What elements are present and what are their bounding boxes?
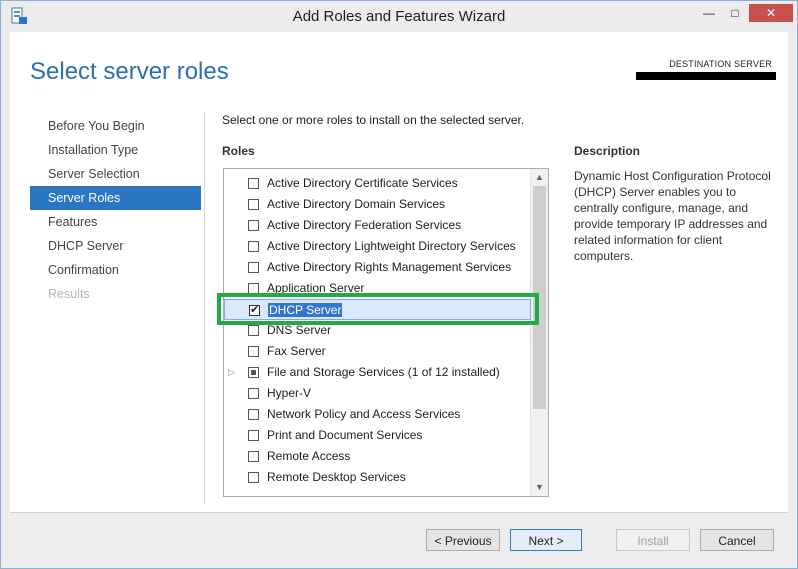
scroll-up-arrow-icon[interactable]: ▲ — [531, 169, 548, 186]
role-row[interactable]: Application Server — [224, 278, 531, 299]
role-label-text: Active Directory Certificate Services — [267, 176, 458, 190]
role-checkbox[interactable] — [248, 325, 259, 336]
role-checkbox[interactable] — [248, 220, 259, 231]
role-checkbox[interactable] — [248, 472, 259, 483]
role-label-text: DNS Server — [267, 323, 332, 337]
role-checkbox[interactable] — [248, 199, 259, 210]
role-label: Active Directory Domain Services — [267, 194, 445, 215]
role-label: Application Server — [267, 278, 364, 299]
role-label: DNS Server — [267, 320, 331, 341]
role-row[interactable]: Remote Desktop Services — [224, 467, 531, 488]
window-title: Add Roles and Features Wizard — [292, 8, 506, 25]
nav-item-dhcp-server[interactable]: DHCP Server — [30, 234, 201, 258]
destination-server-redacted — [636, 72, 776, 80]
nav-item-server-selection[interactable]: Server Selection — [30, 162, 201, 186]
destination-server-label: DESTINATION SERVER — [669, 59, 772, 69]
close-button[interactable]: ✕ — [749, 4, 793, 22]
role-row[interactable]: Print and Document Services — [224, 425, 531, 446]
role-label-text: File and Storage Services (1 of 12 insta… — [267, 365, 500, 379]
description-heading: Description — [574, 144, 641, 158]
role-checkbox[interactable] — [248, 430, 259, 441]
minimize-button[interactable]: — — [696, 4, 722, 22]
wizard-footer: < Previous Next > Install Cancel — [10, 512, 788, 563]
role-label-text: Print and Document Services — [267, 428, 423, 442]
role-label-text: Fax Server — [267, 344, 326, 358]
role-row[interactable]: ▷ File and Storage Services (1 of 12 inst… — [224, 362, 531, 383]
expand-arrow-icon[interactable]: ▷ — [228, 362, 238, 383]
role-checkbox[interactable] — [248, 388, 259, 399]
role-row[interactable]: Network Policy and Access Services — [224, 404, 531, 425]
nav-item-features[interactable]: Features — [30, 210, 201, 234]
role-label-text: Remote Desktop Services — [267, 470, 406, 484]
role-row[interactable]: Active Directory Domain Services — [224, 194, 531, 215]
wizard-nav: Before You Begin Installation Type Server … — [30, 114, 201, 306]
wizard-content: Select server roles DESTINATION SERVER B… — [10, 32, 788, 512]
role-label: Print and Document Services — [267, 425, 422, 446]
next-button[interactable]: Next > — [510, 529, 582, 551]
role-checkbox[interactable] — [248, 346, 259, 357]
role-label-text: Hyper-V — [267, 386, 312, 400]
role-row[interactable]: Hyper-V — [224, 383, 531, 404]
nav-item-before-you-begin[interactable]: Before You Begin — [30, 114, 201, 138]
role-checkbox[interactable]: ✔ — [249, 304, 260, 316]
role-row[interactable]: Active Directory Certificate Services — [224, 173, 531, 194]
role-label-text: Remote Access — [267, 449, 351, 463]
role-row[interactable]: Remote Access — [224, 446, 531, 467]
role-row[interactable]: Fax Server — [224, 341, 531, 362]
maximize-button[interactable]: □ — [722, 4, 748, 22]
role-checkbox[interactable] — [248, 178, 259, 189]
role-row[interactable]: Active Directory Rights Management Servi… — [224, 257, 531, 278]
install-button[interactable]: Install — [616, 529, 690, 551]
role-row[interactable]: ✔ DHCP Server — [224, 299, 531, 320]
checkmark-icon: ✔ — [250, 304, 260, 316]
role-label: Network Policy and Access Services — [267, 404, 460, 425]
role-label-text: Active Directory Rights Management Servi… — [267, 260, 512, 274]
roles-heading: Roles — [222, 144, 255, 158]
role-label: Remote Access — [267, 446, 350, 467]
role-row[interactable]: Active Directory Federation Services — [224, 215, 531, 236]
role-label: Active Directory Rights Management Servi… — [267, 257, 511, 278]
role-checkbox[interactable] — [248, 409, 259, 420]
role-label: DHCP Server — [268, 300, 343, 321]
nav-item-confirmation[interactable]: Confirmation — [30, 258, 201, 282]
role-label-text: Active Directory Domain Services — [267, 197, 446, 211]
roles-list[interactable]: ▲ ▼ Active Directory Certificate Service… — [223, 168, 549, 497]
role-checkbox[interactable] — [248, 451, 259, 462]
role-checkbox[interactable] — [248, 367, 259, 378]
role-label: Active Directory Lightweight Directory S… — [267, 236, 516, 257]
role-label: Fax Server — [267, 341, 326, 362]
role-label-text: DHCP Server — [268, 303, 343, 317]
role-label: Active Directory Federation Services — [267, 215, 461, 236]
nav-item-results: Results — [48, 287, 90, 301]
nav-item-server-roles[interactable]: Server Roles — [30, 186, 201, 210]
previous-button[interactable]: < Previous — [426, 529, 500, 551]
role-label: Active Directory Certificate Services — [267, 173, 458, 194]
instruction-text: Select one or more roles to install on t… — [222, 113, 525, 127]
scroll-down-arrow-icon[interactable]: ▼ — [531, 479, 548, 496]
nav-divider — [204, 112, 205, 504]
role-checkbox[interactable] — [248, 241, 259, 252]
role-label-text: Network Policy and Access Services — [267, 407, 461, 421]
roles-scrollbar[interactable]: ▲ ▼ — [530, 169, 548, 496]
role-checkbox[interactable] — [248, 283, 259, 294]
role-row[interactable]: Active Directory Lightweight Directory S… — [224, 236, 531, 257]
description-text: Dynamic Host Configuration Protocol (DHC… — [574, 169, 771, 263]
nav-item-installation-type[interactable]: Installation Type — [30, 138, 201, 162]
role-label-text: Application Server — [267, 281, 365, 295]
role-label-text: Active Directory Lightweight Directory S… — [267, 239, 516, 253]
role-checkbox[interactable] — [248, 262, 259, 273]
page-title: Select server roles — [30, 58, 229, 85]
role-label: Hyper-V — [267, 383, 311, 404]
role-label-text: Active Directory Federation Services — [267, 218, 462, 232]
cancel-button[interactable]: Cancel — [700, 529, 774, 551]
role-row[interactable]: DNS Server — [224, 320, 531, 341]
role-label: File and Storage Services (1 of 12 insta… — [267, 362, 500, 383]
role-label: Remote Desktop Services — [267, 467, 406, 488]
scroll-thumb[interactable] — [533, 186, 546, 409]
wizard-window: Add Roles and Features Wizard — □ ✕ Sele… — [0, 0, 798, 569]
title-bar[interactable]: Add Roles and Features Wizard — □ ✕ — [1, 1, 797, 31]
